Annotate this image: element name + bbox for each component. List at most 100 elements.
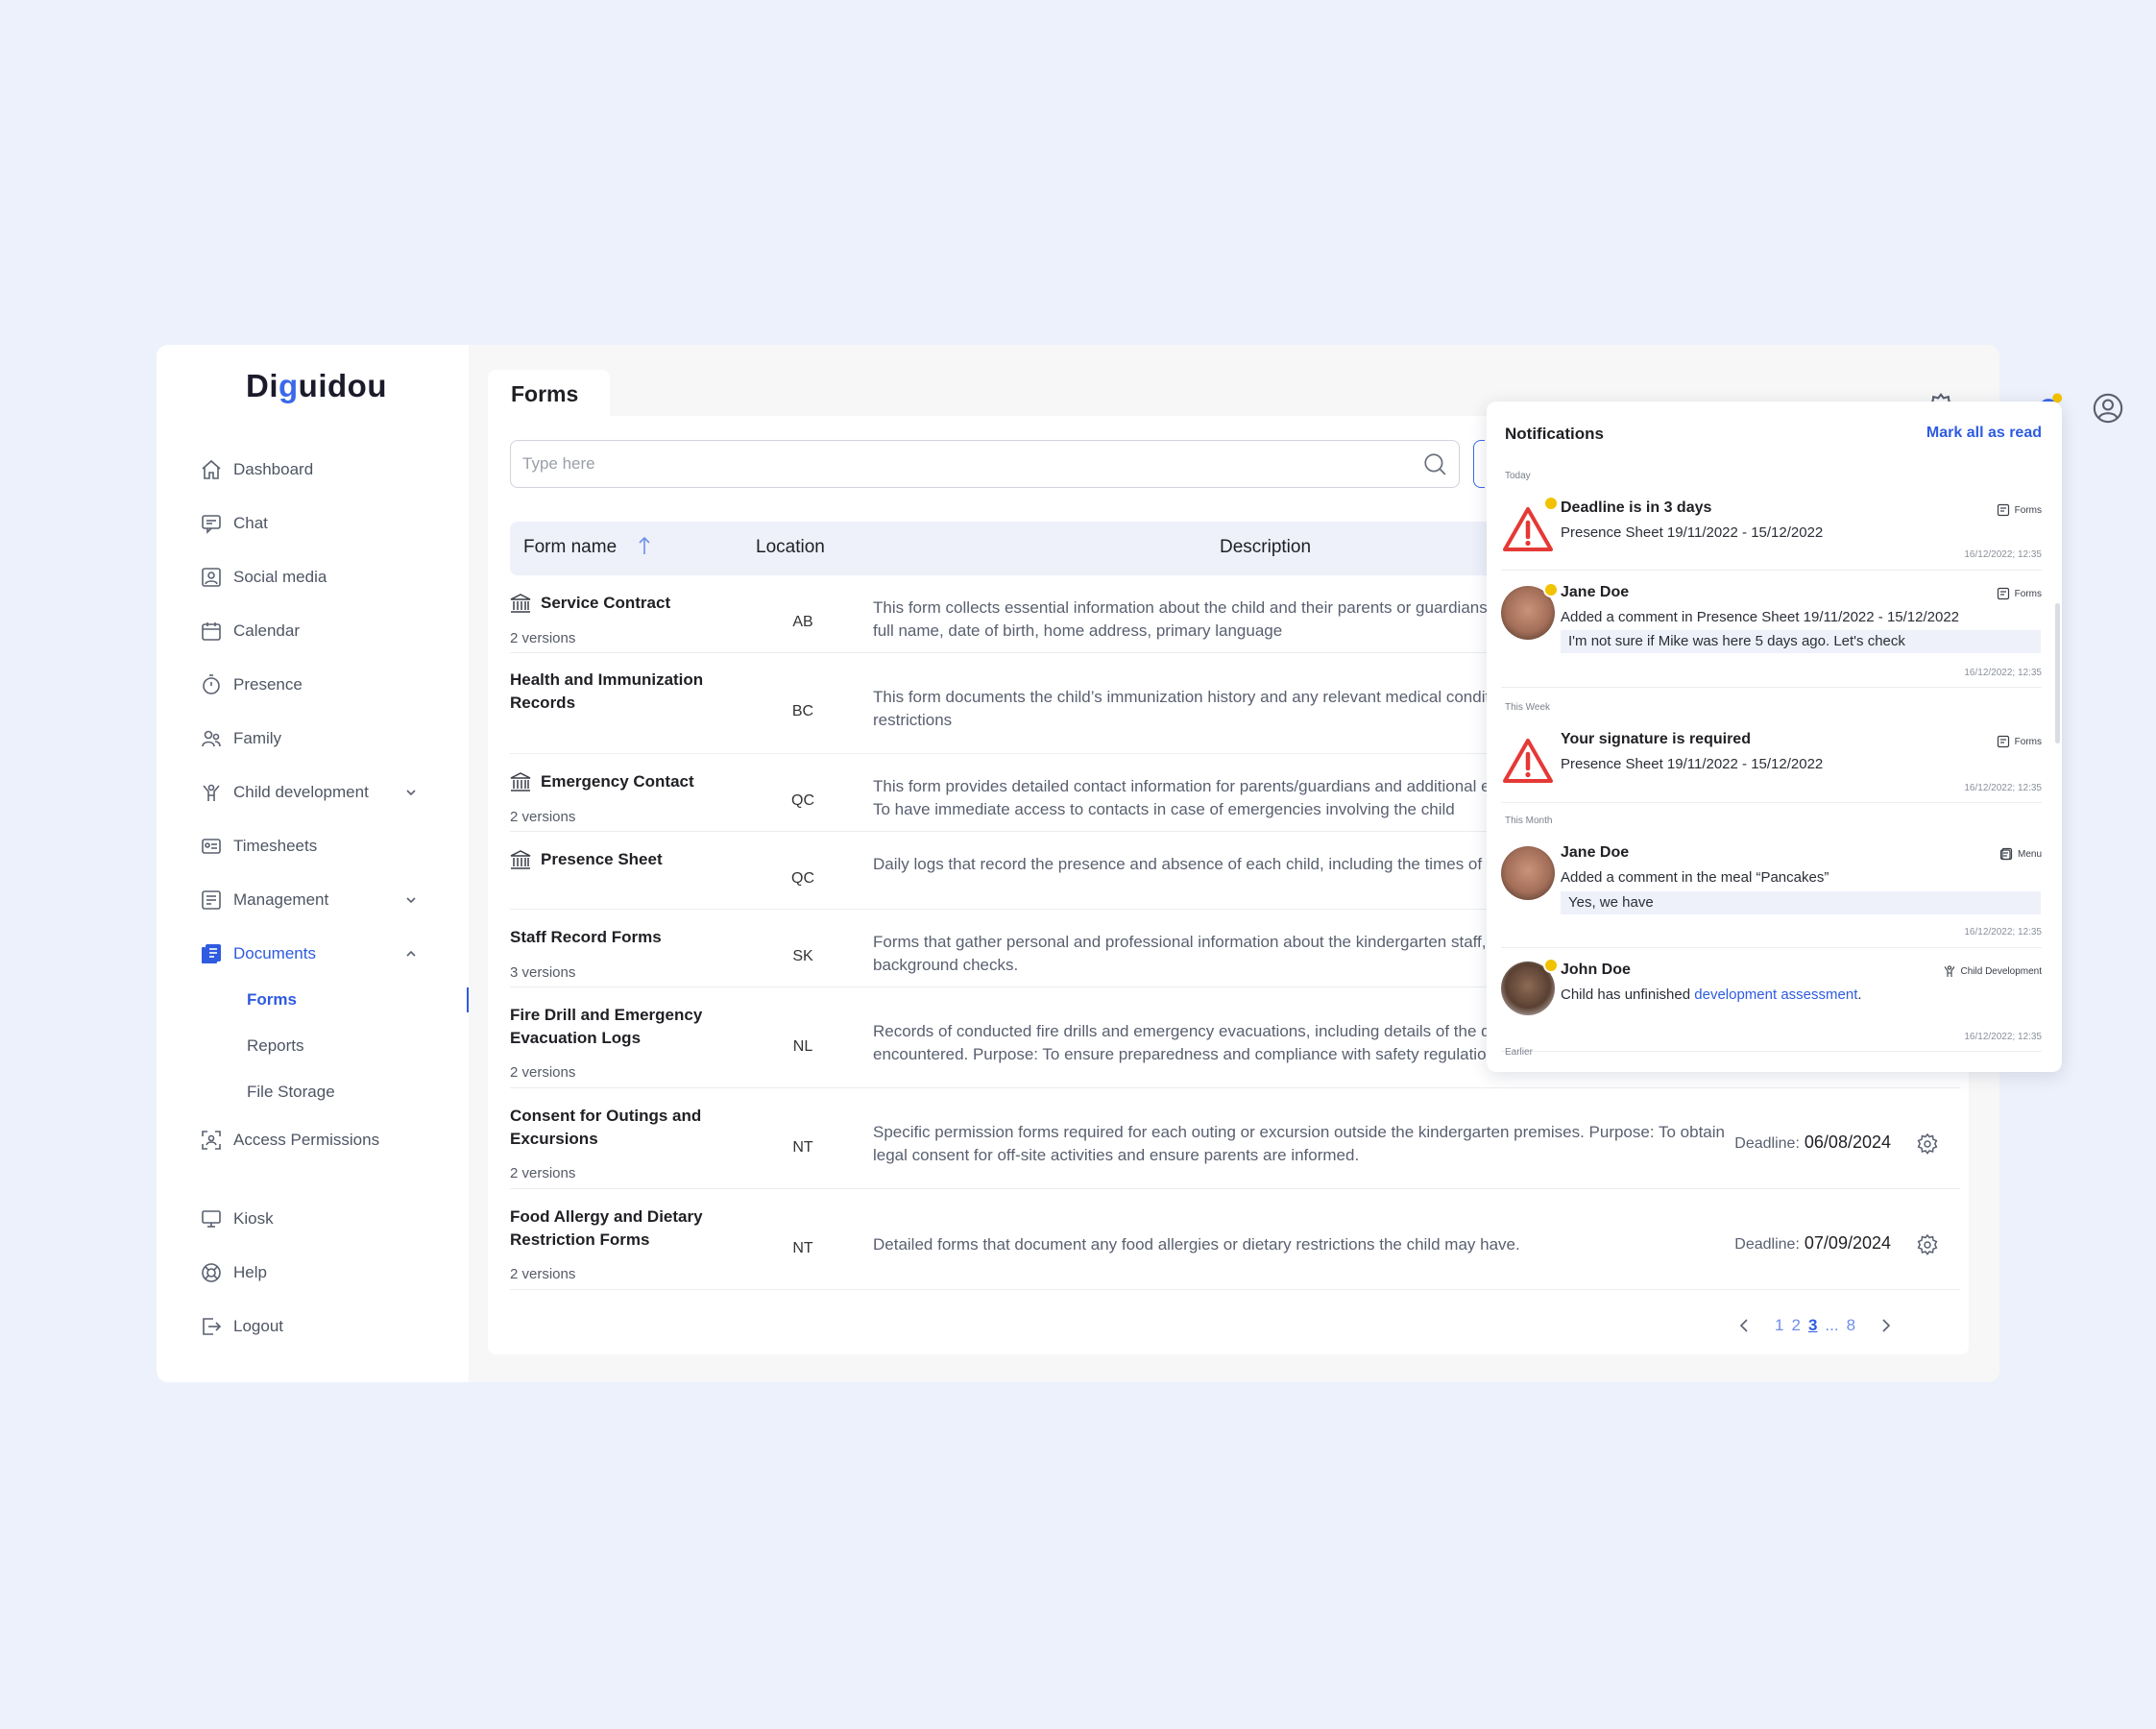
notification-item[interactable]: Jane Doe Added a comment in Presence She… xyxy=(1501,571,2042,688)
group-label-this-week: This Week xyxy=(1505,702,1551,713)
notification-item[interactable]: John Doe Child has unfinished developmen… xyxy=(1501,948,2042,1052)
forms-icon xyxy=(1997,587,2009,600)
notifications-title: Notifications xyxy=(1505,425,1604,443)
form-versions: 2 versions xyxy=(510,1165,576,1181)
avatar xyxy=(1501,846,1555,900)
search-input[interactable] xyxy=(522,454,1387,474)
sidebar-item-dashboard[interactable]: Dashboard xyxy=(200,456,313,483)
menu-icon xyxy=(1999,847,2013,861)
chevron-right-icon[interactable] xyxy=(1877,1317,1894,1334)
page-link[interactable]: 2 xyxy=(1791,1316,1800,1335)
form-versions: 3 versions xyxy=(510,964,576,981)
kiosk-icon xyxy=(200,1207,223,1230)
group-label-earlier: Earlier xyxy=(1505,1047,1533,1058)
chat-icon xyxy=(200,512,223,535)
sidebar: Diguidou Dashboard Chat Social media Cal… xyxy=(157,345,469,1382)
social-media-icon xyxy=(200,566,223,589)
building-icon xyxy=(510,850,531,869)
sort-ascending-icon[interactable] xyxy=(637,535,652,556)
form-versions: 2 versions xyxy=(510,809,576,825)
form-description: Specific permission forms required for e… xyxy=(873,1123,1725,1164)
form-description: Detailed forms that document any food al… xyxy=(873,1235,1520,1254)
table-row[interactable]: Food Allergy and Dietary Restriction For… xyxy=(510,1189,1960,1290)
unread-badge xyxy=(1543,582,1559,597)
search-icon[interactable] xyxy=(1422,451,1447,476)
calendar-icon xyxy=(200,620,223,643)
notification-item[interactable]: Jane Doe Added a comment in the meal “Pa… xyxy=(1501,835,2042,948)
gear-icon[interactable] xyxy=(1916,1132,1939,1156)
development-assessment-link[interactable]: development assessment xyxy=(1694,986,1857,1003)
sidebar-item-management[interactable]: Management xyxy=(200,887,328,913)
search-field[interactable] xyxy=(510,440,1460,488)
chevron-left-icon[interactable] xyxy=(1736,1317,1754,1334)
form-versions: 2 versions xyxy=(510,1064,576,1081)
access-permissions-icon xyxy=(200,1129,223,1152)
page-ellipsis: ... xyxy=(1825,1316,1839,1334)
sidebar-item-family[interactable]: Family xyxy=(200,725,281,752)
chevron-down-icon[interactable] xyxy=(404,893,418,907)
page-link[interactable]: 1 xyxy=(1775,1316,1783,1335)
form-location: QC xyxy=(791,792,814,809)
forms-icon xyxy=(1997,735,2009,748)
sidebar-item-logout[interactable]: Logout xyxy=(200,1313,283,1340)
page-link[interactable]: 8 xyxy=(1847,1316,1855,1335)
sidebar-item-child-development[interactable]: Child development xyxy=(200,779,369,806)
building-icon xyxy=(510,594,531,613)
warning-icon xyxy=(1503,739,1553,783)
warning-icon xyxy=(1503,507,1553,551)
sidebar-item-kiosk[interactable]: Kiosk xyxy=(200,1205,274,1232)
comment-quote: Yes, we have xyxy=(1561,891,2041,914)
column-header-location: Location xyxy=(756,537,825,557)
sidebar-item-access-permissions[interactable]: Access Permissions xyxy=(200,1127,379,1154)
form-location: NL xyxy=(792,1038,813,1055)
form-name[interactable]: Food Allergy and Dietary Restriction For… xyxy=(510,1205,731,1252)
stopwatch-icon xyxy=(200,673,223,696)
sidebar-item-calendar[interactable]: Calendar xyxy=(200,618,300,645)
child-development-icon xyxy=(1944,965,1954,977)
form-name[interactable]: Consent for Outings and Excursions xyxy=(510,1105,731,1151)
sidebar-subitem-file-storage[interactable]: File Storage xyxy=(247,1083,335,1102)
form-versions: 2 versions xyxy=(510,630,576,646)
page-link-current[interactable]: 3 xyxy=(1808,1316,1817,1335)
form-location: SK xyxy=(792,948,813,964)
sidebar-item-social-media[interactable]: Social media xyxy=(200,564,327,591)
unread-badge xyxy=(1543,496,1559,511)
chevron-down-icon[interactable] xyxy=(404,786,418,799)
form-location: BC xyxy=(791,703,814,719)
table-row[interactable]: Consent for Outings and Excursions 2 ver… xyxy=(510,1088,1960,1189)
column-header-form-name[interactable]: Form name xyxy=(523,537,617,558)
sidebar-subitem-reports[interactable]: Reports xyxy=(247,1036,304,1056)
management-icon xyxy=(200,889,223,912)
form-name[interactable]: Emergency Contact xyxy=(541,770,694,793)
form-name[interactable]: Health and Immunization Records xyxy=(510,669,731,715)
documents-icon xyxy=(200,942,223,965)
form-name[interactable]: Staff Record Forms xyxy=(510,926,662,949)
group-label-this-month: This Month xyxy=(1505,816,1553,826)
family-icon xyxy=(200,727,223,750)
logo[interactable]: Diguidou xyxy=(246,368,387,404)
sidebar-item-presence[interactable]: Presence xyxy=(200,671,303,698)
timesheet-icon xyxy=(200,835,223,858)
sidebar-subitem-forms[interactable]: Forms xyxy=(247,990,297,1010)
child-development-icon xyxy=(200,781,223,804)
sidebar-item-timesheets[interactable]: Timesheets xyxy=(200,833,317,860)
form-name[interactable]: Service Contract xyxy=(541,592,670,615)
column-header-description: Description xyxy=(1220,537,1312,557)
form-name[interactable]: Fire Drill and Emergency Evacuation Logs xyxy=(510,1004,731,1050)
chevron-up-icon[interactable] xyxy=(404,947,418,961)
scrollbar[interactable] xyxy=(2055,603,2060,743)
gear-icon[interactable] xyxy=(1916,1233,1939,1256)
logout-icon xyxy=(200,1315,223,1338)
page-title-tab[interactable]: Forms xyxy=(488,370,610,416)
user-icon[interactable] xyxy=(2092,392,2124,425)
sidebar-item-help[interactable]: Help xyxy=(200,1259,267,1286)
sidebar-item-documents[interactable]: Documents xyxy=(200,940,316,967)
notifications-panel: Notifications Mark all as read Today Dea… xyxy=(1487,402,2062,1072)
forms-icon xyxy=(1997,503,2009,517)
mark-all-read-link[interactable]: Mark all as read xyxy=(1926,425,2042,442)
notification-item[interactable]: Your signature is required Presence Shee… xyxy=(1501,721,2042,803)
form-name[interactable]: Presence Sheet xyxy=(541,848,663,871)
notification-item[interactable]: Deadline is in 3 days Presence Sheet 19/… xyxy=(1501,490,2042,571)
filter-button[interactable] xyxy=(1473,440,1485,488)
sidebar-item-chat[interactable]: Chat xyxy=(200,510,268,537)
